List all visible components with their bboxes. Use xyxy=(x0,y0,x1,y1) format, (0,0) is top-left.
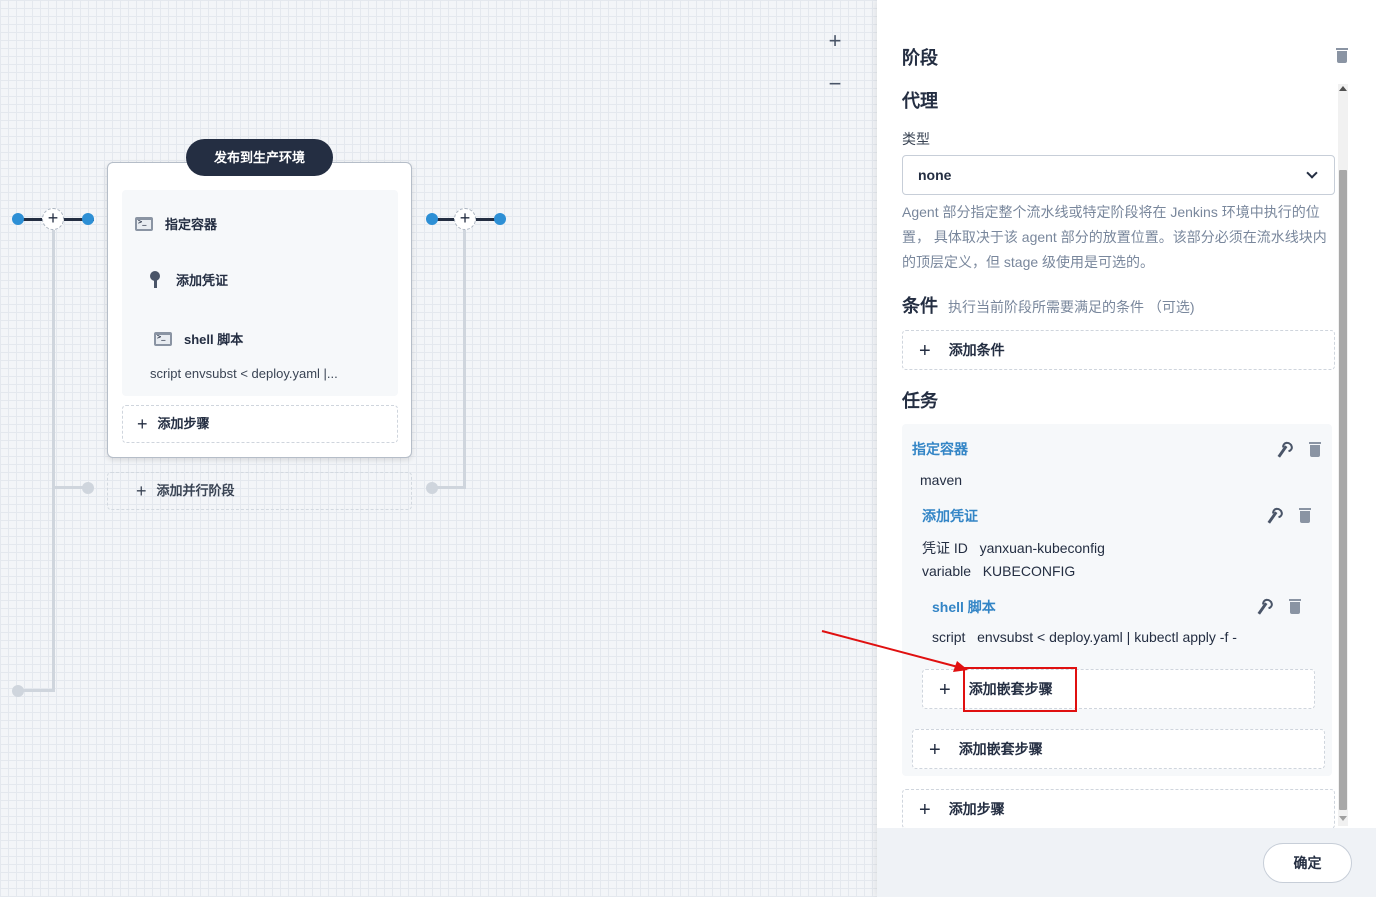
plus-icon: + xyxy=(919,340,931,362)
zoom-in-button[interactable]: + xyxy=(822,28,848,54)
scroll-up-arrow-icon[interactable] xyxy=(1339,86,1347,91)
task-container-block: 指定容器 maven 添加凭证 凭证 ID yanxuan-kubeconfig… xyxy=(902,424,1332,776)
script-label: script xyxy=(932,629,966,645)
chevron-down-icon xyxy=(1306,167,1318,179)
agent-description: Agent 部分指定整个流水线或特定阶段将在 Jenkins 环境中执行的位置，… xyxy=(902,204,1327,270)
connector-line xyxy=(463,230,466,488)
stage-card[interactable]: 指定容器 添加凭证 shell 脚本 script envsubst < dep… xyxy=(107,162,412,458)
add-step-button[interactable]: + 添加步骤 xyxy=(902,789,1335,829)
add-stage-left-button[interactable]: + xyxy=(42,208,64,230)
condition-heading: 条件 执行当前阶段所需要满足的条件 （可选) xyxy=(902,292,1195,318)
add-parallel-stage-button[interactable]: + 添加并行阶段 xyxy=(107,472,412,510)
plus-icon: + xyxy=(929,739,941,761)
agent-type-value: none xyxy=(918,167,952,183)
credential-variable-row: variable KUBECONFIG xyxy=(922,563,1075,579)
wrench-icon[interactable] xyxy=(1265,508,1279,524)
add-step-label: 添加步骤 xyxy=(948,801,1005,817)
plus-icon: + xyxy=(939,679,951,701)
script-value: envsubst < deploy.yaml | kubectl apply -… xyxy=(977,629,1237,645)
stage-settings-panel: 阶段 代理 类型 none Agent 部分指定整个流水线或特定阶段将在 Jen… xyxy=(877,0,1376,897)
wrench-icon[interactable] xyxy=(1275,442,1289,458)
plus-icon: + xyxy=(137,414,148,434)
step-container[interactable]: 指定容器 xyxy=(135,214,217,233)
agent-heading: 代理 xyxy=(902,91,938,111)
credential-id-value: yanxuan-kubeconfig xyxy=(979,540,1105,556)
add-nested-step-outer-button[interactable]: + 添加嵌套步骤 xyxy=(912,729,1325,769)
step-credential[interactable]: 添加凭证 xyxy=(148,270,228,289)
step-label: 指定容器 xyxy=(165,217,218,232)
add-step-button[interactable]: + 添加步骤 xyxy=(122,405,398,443)
container-value: maven xyxy=(920,472,963,488)
connector-dot xyxy=(12,685,24,697)
zoom-out-button[interactable]: − xyxy=(822,71,848,97)
add-nested-step-label: 添加嵌套步骤 xyxy=(958,741,1043,757)
key-icon xyxy=(148,270,162,289)
pipeline-canvas[interactable]: + − + + 指定容器 添加凭证 shell 脚本 script xyxy=(0,0,877,897)
connector-dot xyxy=(82,482,94,494)
plus-icon: + xyxy=(919,799,931,821)
stage-title[interactable]: 发布到生产环境 xyxy=(186,139,333,176)
condition-title: 条件 xyxy=(902,296,938,316)
confirm-button[interactable]: 确定 xyxy=(1263,843,1352,883)
variable-label: variable xyxy=(922,563,972,579)
condition-description: 执行当前阶段所需要满足的条件 （可选) xyxy=(948,299,1195,315)
type-label: 类型 xyxy=(902,131,930,147)
task-container-link[interactable]: 指定容器 xyxy=(912,439,968,459)
connector-line xyxy=(52,230,55,692)
add-condition-label: 添加条件 xyxy=(948,342,1005,358)
trash-icon[interactable] xyxy=(1289,599,1301,614)
trash-icon[interactable] xyxy=(1309,442,1321,457)
add-nested-step-label: 添加嵌套步骤 xyxy=(968,681,1053,697)
connector-dot xyxy=(426,213,438,225)
credential-id-label: 凭证 ID xyxy=(922,540,968,556)
wrench-icon[interactable] xyxy=(1255,599,1269,615)
shell-script-row: script envsubst < deploy.yaml | kubectl … xyxy=(932,629,1237,645)
terminal-icon xyxy=(154,331,172,346)
connector-dot xyxy=(82,213,94,225)
stage-heading: 阶段 xyxy=(902,48,938,68)
add-nested-step-inner-button[interactable]: + 添加嵌套步骤 xyxy=(922,669,1315,709)
tasks-heading: 任务 xyxy=(902,391,938,411)
terminal-icon xyxy=(135,216,153,231)
connector-dot xyxy=(494,213,506,225)
connector-dot xyxy=(12,213,24,225)
variable-value: KUBECONFIG xyxy=(982,563,1076,579)
trash-icon[interactable] xyxy=(1299,508,1311,523)
task-credential-link[interactable]: 添加凭证 xyxy=(922,506,978,526)
scroll-down-arrow-icon[interactable] xyxy=(1339,816,1347,821)
add-stage-right-button[interactable]: + xyxy=(454,208,476,230)
credential-id-row: 凭证 ID yanxuan-kubeconfig xyxy=(922,538,1105,558)
add-condition-button[interactable]: + 添加条件 xyxy=(902,330,1335,370)
step-shell[interactable]: shell 脚本 xyxy=(154,329,243,348)
scrollbar-thumb[interactable] xyxy=(1339,170,1347,810)
task-shell-link[interactable]: shell 脚本 xyxy=(932,597,996,617)
add-step-label: 添加步骤 xyxy=(157,416,210,431)
step-script-preview: script envsubst < deploy.yaml |... xyxy=(150,366,338,381)
trash-icon[interactable] xyxy=(1336,48,1348,63)
step-list: 指定容器 添加凭证 shell 脚本 script envsubst < dep… xyxy=(122,190,398,396)
plus-icon: + xyxy=(136,481,147,501)
add-parallel-label: 添加并行阶段 xyxy=(156,483,235,498)
step-label: 添加凭证 xyxy=(176,273,229,288)
panel-footer: 确定 xyxy=(877,828,1376,897)
connector-dot xyxy=(426,482,438,494)
agent-type-select[interactable]: none xyxy=(902,155,1335,195)
step-label: shell 脚本 xyxy=(184,332,244,347)
